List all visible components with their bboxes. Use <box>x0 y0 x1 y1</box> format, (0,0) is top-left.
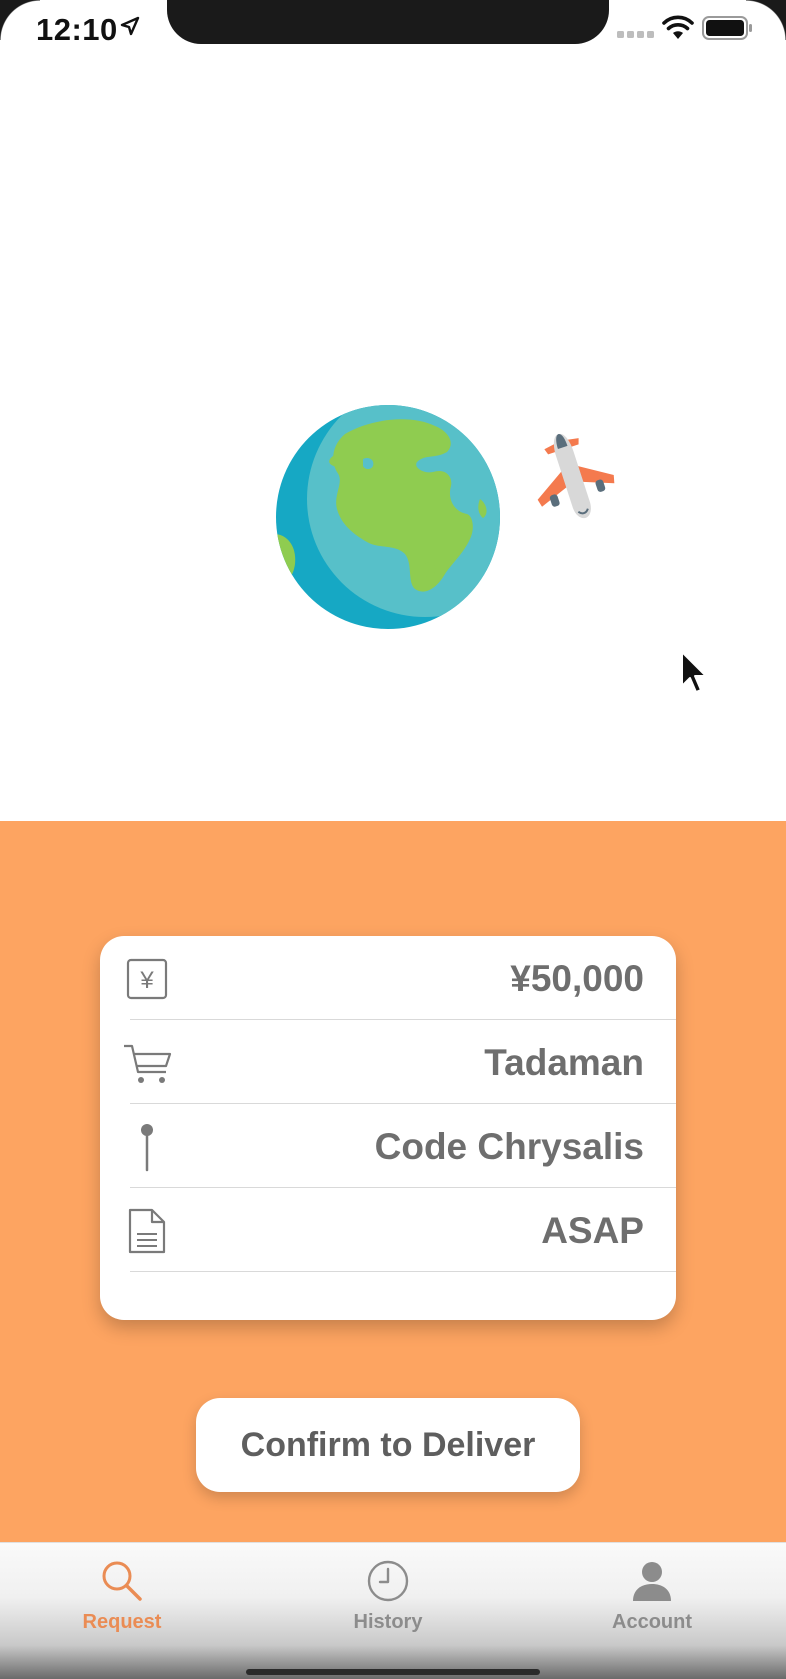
timing-value: ASAP <box>541 1210 644 1251</box>
status-bar: 12:10 <box>0 0 786 60</box>
document-icon <box>128 1208 166 1254</box>
yen-icon: ¥ <box>126 958 168 1000</box>
price-row[interactable]: ¥ ¥50,000 <box>100 936 676 1020</box>
confirm-deliver-button[interactable]: Confirm to Deliver <box>196 1398 580 1492</box>
wifi-icon <box>662 15 694 39</box>
location-value: Code Chrysalis <box>374 1126 644 1167</box>
tab-account[interactable]: Account <box>552 1543 752 1653</box>
home-indicator[interactable] <box>246 1669 540 1675</box>
airplane-icon <box>537 433 615 519</box>
globe-icon <box>276 405 500 629</box>
order-details-card: ¥ ¥50,000 Tadaman Code Chrysalis ASAP <box>100 936 676 1320</box>
location-arrow-icon <box>120 16 140 36</box>
hero-illustration <box>0 60 786 821</box>
tab-bar: Request History Account <box>0 1542 786 1679</box>
pin-icon <box>141 1124 153 1172</box>
cellular-signal-icon <box>617 31 654 38</box>
status-time: 12:10 <box>36 12 118 47</box>
price-value: ¥50,000 <box>510 958 644 999</box>
tab-request-label: Request <box>82 1611 162 1633</box>
clock-icon <box>367 1560 409 1602</box>
screen-corner <box>0 0 40 40</box>
svg-text:¥: ¥ <box>139 967 154 994</box>
store-row[interactable]: Tadaman <box>100 1020 676 1104</box>
tab-history[interactable]: History <box>288 1543 488 1653</box>
device-notch <box>167 0 609 44</box>
row-divider <box>130 1271 676 1272</box>
tab-history-label: History <box>353 1611 423 1633</box>
battery-icon <box>702 16 752 40</box>
tab-request[interactable]: Request <box>22 1543 222 1653</box>
cart-icon <box>124 1044 172 1083</box>
search-icon <box>102 1561 142 1601</box>
person-icon <box>633 1562 671 1601</box>
store-value: Tadaman <box>484 1042 644 1083</box>
timing-row[interactable]: ASAP <box>100 1188 676 1272</box>
location-row[interactable]: Code Chrysalis <box>100 1104 676 1188</box>
mouse-cursor-icon <box>681 651 707 693</box>
tab-account-label: Account <box>612 1611 692 1633</box>
